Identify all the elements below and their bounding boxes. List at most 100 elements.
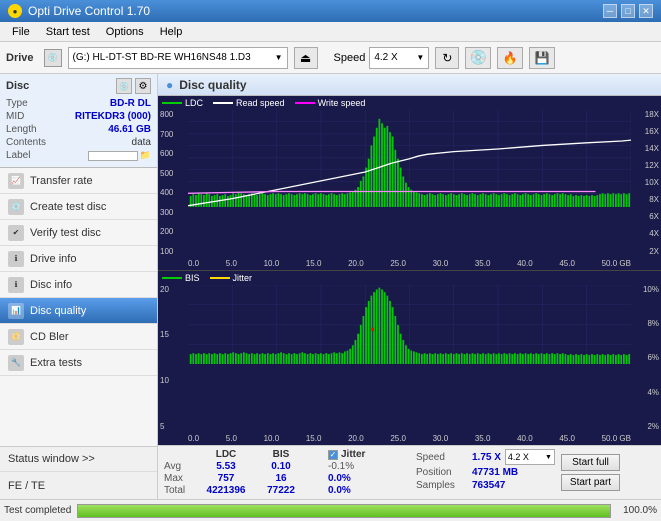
- burn-button[interactable]: 🔥: [497, 47, 523, 69]
- x-axis-top: 0.05.010.015.020.025.030.035.040.045.050…: [188, 259, 631, 268]
- sidebar-item-transfer-rate[interactable]: 📈 Transfer rate: [0, 168, 157, 194]
- title-bar: ● Opti Drive Control 1.70 ─ □ ✕: [0, 0, 661, 22]
- status-window-button[interactable]: Status window >>: [0, 447, 157, 471]
- dropdown-arrow-icon: ▼: [275, 53, 283, 62]
- disc-contents-value: data: [132, 137, 151, 148]
- app-icon: ●: [8, 4, 22, 18]
- drive-select[interactable]: (G:) HL-DT-ST BD-RE WH16NS48 1.D3 ▼: [68, 47, 288, 69]
- verify-icon: ✔: [8, 225, 24, 241]
- y-axis-right-bottom: 10%8%6%4%2%: [633, 285, 661, 432]
- fe-te-label: FE / TE: [8, 480, 45, 492]
- disc-label-input[interactable]: [88, 151, 138, 161]
- content-header: ● Disc quality: [158, 74, 661, 96]
- start-part-button[interactable]: Start part: [561, 474, 620, 491]
- chart-bottom-svg: [188, 285, 631, 365]
- menu-file[interactable]: File: [4, 24, 38, 40]
- speed-stat-label: Speed: [416, 452, 468, 463]
- sidebar-label-cd-bler: CD Bler: [30, 331, 69, 343]
- speed-select[interactable]: 4.2 X ▼: [369, 47, 429, 69]
- menu-help[interactable]: Help: [152, 24, 191, 40]
- sidebar-item-disc-quality[interactable]: 📊 Disc quality: [0, 298, 157, 324]
- speed-dropdown-icon: ▼: [416, 53, 424, 62]
- x-axis-bottom: 0.05.010.015.020.025.030.035.040.045.050…: [188, 434, 631, 443]
- app-title: Opti Drive Control 1.70: [28, 4, 150, 18]
- progress-bar-area: Test completed 100.0%: [0, 499, 661, 521]
- samples-val: 763547: [472, 480, 505, 491]
- sidebar-item-create-test-disc[interactable]: 💿 Create test disc: [0, 194, 157, 220]
- disc-mid-label: MID: [6, 111, 24, 122]
- menu-start-test[interactable]: Start test: [38, 24, 98, 40]
- y-axis-right-top: 18X16X14X12X10X8X6X4X2X: [633, 110, 661, 256]
- y-axis-left-bottom: 2015105: [158, 285, 186, 432]
- drive-select-value: (G:) HL-DT-ST BD-RE WH16NS48 1.D3: [73, 52, 251, 63]
- minimize-button[interactable]: ─: [603, 4, 617, 18]
- sidebar-label-create-test: Create test disc: [30, 201, 106, 213]
- legend-ldc: LDC: [185, 98, 203, 108]
- sidebar-item-cd-bler[interactable]: 📀 CD Bler: [0, 324, 157, 350]
- chart-top-svg: [188, 110, 631, 207]
- disc-type-value: BD-R DL: [110, 98, 151, 109]
- drive-icon: 💿: [44, 49, 62, 67]
- legend-bis: BIS: [185, 273, 200, 283]
- avg-label: Avg: [164, 461, 196, 472]
- speed-stat-select[interactable]: 4.2 X ▼: [505, 449, 555, 465]
- sidebar-item-verify-test-disc[interactable]: ✔ Verify test disc: [0, 220, 157, 246]
- speed-value: 4.2 X: [374, 52, 397, 63]
- ldc-header: LDC: [196, 449, 256, 460]
- disc-refresh-button[interactable]: 💿: [116, 78, 132, 94]
- sidebar-label-transfer-rate: Transfer rate: [30, 175, 93, 187]
- legend-jitter: Jitter: [233, 273, 253, 283]
- total-bis: 77222: [256, 485, 306, 496]
- total-label: Total: [164, 485, 196, 496]
- charts-area: LDC Read speed Write speed 8007006005004…: [158, 96, 661, 445]
- progress-bar-inner: [78, 505, 610, 517]
- disc-length-label: Length: [6, 124, 37, 135]
- disc-info-icon: ℹ: [8, 277, 24, 293]
- legend-write-speed: Write speed: [318, 98, 366, 108]
- speed-select-arrow: ▼: [545, 454, 552, 461]
- content-area: ● Disc quality LDC Read speed: [158, 74, 661, 499]
- disc-quality-icon: 📊: [8, 303, 24, 319]
- fe-te-button[interactable]: FE / TE: [0, 471, 157, 499]
- bis-header: BIS: [256, 449, 306, 460]
- action-buttons: Start full Start part: [561, 449, 620, 496]
- speed-stat-val: 1.75 X: [472, 452, 501, 463]
- maximize-button[interactable]: □: [621, 4, 635, 18]
- position-val: 47731 MB: [472, 467, 518, 478]
- disc-settings-button[interactable]: ⚙: [135, 78, 151, 94]
- speed-select-val: 4.2 X: [508, 452, 529, 462]
- sidebar-item-extra-tests[interactable]: 🔧 Extra tests: [0, 350, 157, 376]
- total-jitter: 0.0%: [328, 485, 408, 496]
- create-test-icon: 💿: [8, 199, 24, 215]
- eject-button[interactable]: ⏏: [294, 47, 318, 69]
- max-bis: 16: [256, 473, 306, 484]
- chart-top-legend: LDC Read speed Write speed: [162, 98, 365, 108]
- disc-info-section: Disc 💿 ⚙ Type BD-R DL MID RITEKDR3 (000)…: [0, 74, 157, 168]
- menu-bar: File Start test Options Help: [0, 22, 661, 42]
- sidebar-item-drive-info[interactable]: ℹ Drive info: [0, 246, 157, 272]
- disc-type-label: Type: [6, 98, 28, 109]
- disc-label-label: Label: [6, 150, 30, 161]
- content-title: Disc quality: [179, 78, 246, 92]
- test-completed-label: Test completed: [4, 505, 71, 516]
- speed-label: Speed: [334, 52, 366, 64]
- disc-label-browse[interactable]: 📁: [140, 150, 151, 161]
- jitter-checkbox[interactable]: ✓: [328, 450, 338, 460]
- sidebar-label-disc-info: Disc info: [30, 279, 72, 291]
- avg-bis: 0.10: [256, 461, 306, 472]
- menu-options[interactable]: Options: [98, 24, 152, 40]
- samples-label: Samples: [416, 480, 468, 491]
- drive-label: Drive: [6, 52, 34, 64]
- max-jitter: 0.0%: [328, 473, 408, 484]
- position-label: Position: [416, 467, 468, 478]
- sidebar-label-extra-tests: Extra tests: [30, 357, 82, 369]
- stats-footer: LDC BIS Avg 5.53 0.10 Max 757 16 Total 4…: [158, 445, 661, 499]
- start-full-button[interactable]: Start full: [561, 454, 620, 471]
- disc-button[interactable]: 💿: [465, 47, 491, 69]
- total-ldc: 4221396: [196, 485, 256, 496]
- close-button[interactable]: ✕: [639, 4, 653, 18]
- save-button[interactable]: 💾: [529, 47, 555, 69]
- refresh-button[interactable]: ↻: [435, 47, 459, 69]
- sidebar-item-disc-info[interactable]: ℹ Disc info: [0, 272, 157, 298]
- sidebar-label-verify: Verify test disc: [30, 227, 101, 239]
